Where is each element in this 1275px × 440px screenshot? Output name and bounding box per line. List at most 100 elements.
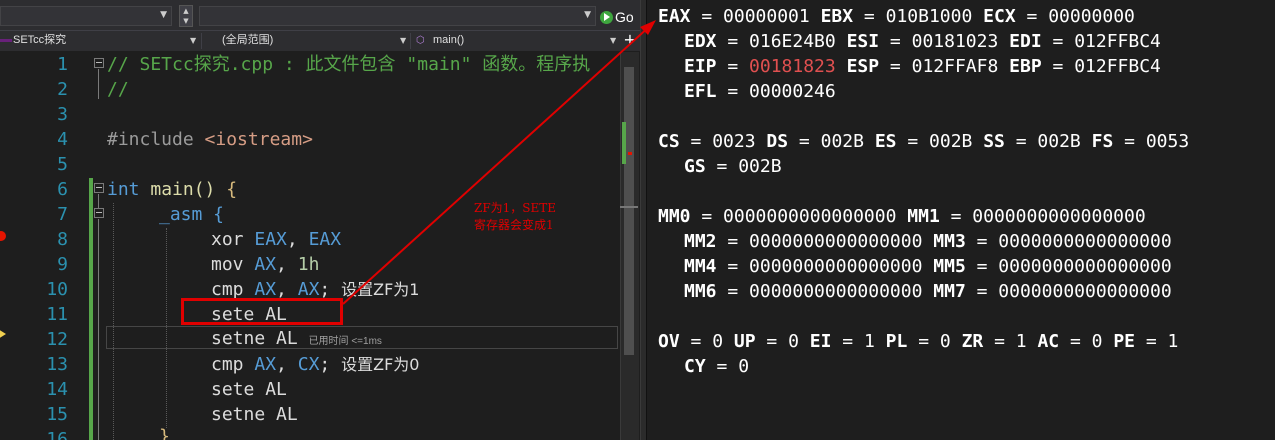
register-row-3: EIP = 00181823 ESP = 012FFAF8 EBP = 012F… — [684, 56, 1161, 77]
register: AX — [297, 279, 320, 300]
reg-value[interactable]: 0000000000000000 — [998, 231, 1171, 252]
mmx-row-2: MM2 = 0000000000000000 MM3 = 00000000000… — [684, 231, 1172, 252]
reg-value[interactable]: 002B — [929, 131, 972, 152]
reg-value[interactable]: 002B — [738, 156, 781, 177]
nav-function-dropdown[interactable]: main() — [433, 31, 464, 50]
reg-value[interactable]: 010B1000 — [886, 6, 973, 27]
code-line-4[interactable]: #include <iostream> — [107, 127, 313, 152]
reg-value[interactable]: 0000000000000000 — [972, 206, 1145, 227]
toolbar-combo-right[interactable]: ▼ — [199, 6, 596, 26]
reg-name: EIP — [684, 56, 717, 77]
code-line-14[interactable]: sete AL — [211, 377, 287, 402]
code-line-16[interactable]: } — [159, 424, 170, 440]
reg-value[interactable]: 002B — [821, 131, 864, 152]
code-line-2[interactable]: // — [107, 77, 129, 102]
reg-value[interactable]: 0000000000000000 — [749, 281, 922, 302]
reg-value[interactable]: 012FFBC4 — [1074, 56, 1161, 77]
code-editor[interactable]: ▼ ▲ ▼ ▼ Go SETcc探究 ▼ (全局范围) ▼ ⬡ main() ▼ … — [0, 0, 640, 440]
flag-value[interactable]: 0 — [738, 356, 749, 377]
reg-value-changed[interactable]: 00181823 — [749, 56, 836, 77]
code-line-12[interactable]: setne AL 已用时间 <=1ms — [211, 326, 382, 351]
fold-toggle-icon[interactable] — [94, 208, 104, 218]
flag-value[interactable]: 1 — [864, 331, 875, 352]
mmx-row-4: MM6 = 0000000000000000 MM7 = 00000000000… — [684, 281, 1172, 302]
flag-value[interactable]: 0 — [1092, 331, 1103, 352]
reg-name: MM3 — [933, 231, 966, 252]
line-number-gutter[interactable]: 1 2 3 4 5 6 7 8 9 10 11 12 13 14 15 16 — [0, 52, 96, 440]
debug-toolbar: ▼ ▲ ▼ ▼ Go — [0, 0, 640, 30]
reg-value[interactable]: 0000000000000000 — [998, 256, 1171, 277]
punct: , — [276, 354, 298, 375]
reg-name: ECX — [983, 6, 1016, 27]
flags-row-2: CY = 0 — [684, 356, 750, 377]
annotation-line-1: ZF为1，SETE — [474, 201, 557, 215]
reg-value[interactable]: 016E24B0 — [749, 31, 836, 52]
reg-value[interactable]: 00000000 — [1048, 6, 1135, 27]
registers-window[interactable]: EAX = 00000001 EBX = 010B1000 ECX = 0000… — [647, 0, 1275, 440]
fold-toggle-icon[interactable] — [94, 183, 104, 193]
mnemonic: setne — [211, 404, 277, 425]
asm-keyword: _asm { — [159, 204, 225, 225]
elapsed-time-hint[interactable]: 已用时间 <=1ms — [309, 336, 382, 347]
register: AL — [276, 404, 298, 425]
cube-icon: ⬡ — [416, 35, 425, 46]
reg-value[interactable]: 012FFAF8 — [912, 56, 999, 77]
code-line-6[interactable]: int main() { — [107, 177, 237, 202]
code-line-8[interactable]: xor EAX, EAX — [211, 227, 341, 252]
reg-value[interactable]: 0000000000000000 — [749, 256, 922, 277]
punct: ; — [319, 279, 342, 300]
reg-value[interactable]: 0000000000000000 — [749, 231, 922, 252]
register-row-1: EAX = 00000001 EBX = 010B1000 ECX = 0000… — [658, 6, 1135, 27]
flag-name: PE — [1113, 331, 1136, 352]
chevron-down-icon: ▼ — [610, 36, 617, 45]
register: AL — [276, 328, 298, 349]
annotation-text: ZF为1，SETE 寄存器会变成1 — [474, 200, 556, 234]
flag-value[interactable]: 0 — [940, 331, 951, 352]
code-line-7[interactable]: _asm { — [159, 202, 224, 227]
nav-scope-dropdown[interactable]: (全局范围) — [222, 31, 273, 50]
punct: ; — [319, 354, 342, 375]
punct: , — [276, 279, 298, 300]
flag-value[interactable]: 0 — [788, 331, 799, 352]
register-row-4: EFL = 00000246 — [684, 81, 836, 102]
reg-value[interactable]: 0000000000000000 — [723, 206, 896, 227]
flag-value[interactable]: 0 — [712, 331, 723, 352]
vertical-scrollbar[interactable] — [620, 52, 639, 440]
reg-value[interactable]: 002B — [1037, 131, 1080, 152]
reg-value[interactable]: 00000246 — [749, 81, 836, 102]
toolbar-combo-left[interactable]: ▼ — [0, 6, 172, 26]
reg-name: EDI — [1009, 31, 1042, 52]
line-number: 11 — [46, 304, 68, 325]
reg-name: ESI — [846, 31, 880, 52]
mnemonic: cmp — [211, 279, 255, 300]
reg-value[interactable]: 00000001 — [723, 6, 810, 27]
flag-value[interactable]: 1 — [1168, 331, 1179, 352]
reg-value[interactable]: 0053 — [1146, 131, 1189, 152]
reg-value[interactable]: 012FFBC4 — [1074, 31, 1161, 52]
fold-line — [98, 69, 99, 99]
nav-file-dropdown[interactable]: SETcc探究 — [13, 31, 66, 50]
line-number: 13 — [46, 354, 68, 375]
chevron-down-icon: ▼ — [160, 10, 167, 20]
code-line-15[interactable]: setne AL — [211, 402, 298, 427]
code-line-13[interactable]: cmp AX, CX; 设置ZF为0 — [211, 352, 419, 377]
segment-row-2: GS = 002B — [684, 156, 782, 177]
fold-toggle-icon[interactable] — [94, 58, 104, 68]
expand-plus-icon[interactable]: + — [622, 31, 638, 50]
code-line-1[interactable]: // SETcc探究.cpp : 此文件包含 "main" 函数。程序执 — [107, 52, 590, 77]
spin-buttons[interactable]: ▲ ▼ — [179, 5, 193, 27]
indent-guide — [113, 203, 114, 440]
reg-value[interactable]: 0000000000000000 — [998, 281, 1171, 302]
punct: , — [276, 254, 298, 275]
pane-splitter[interactable] — [640, 0, 647, 440]
reg-value[interactable]: 0023 — [712, 131, 755, 152]
go-button[interactable]: Go — [600, 6, 634, 28]
flag-value[interactable]: 1 — [1016, 331, 1027, 352]
reg-value[interactable]: 00181023 — [912, 31, 999, 52]
line-number: 1 — [57, 54, 68, 75]
code-line-9[interactable]: mov AX, 1h — [211, 252, 319, 277]
scroll-map-caret — [620, 206, 638, 208]
line-number: 9 — [57, 254, 68, 275]
scrollbar-thumb[interactable] — [624, 67, 634, 355]
scroll-map-breakpoint — [628, 152, 632, 155]
